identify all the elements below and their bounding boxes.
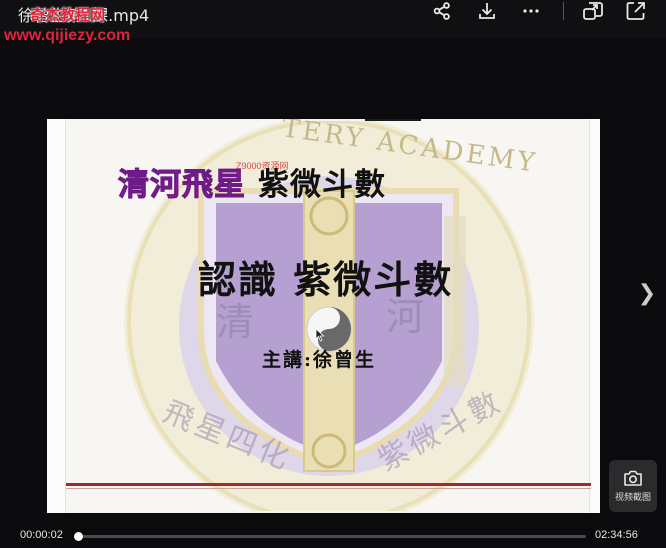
video-viewport[interactable]: TERY ACADEMY 清 河 飛星四化 紫微斗數 Z9000资源网 清河飛星…: [47, 119, 600, 513]
slide-lecturer: 主講:徐曾生: [262, 349, 377, 371]
camera-icon: [624, 470, 642, 486]
screenshot-label: 视频截图: [614, 493, 651, 503]
slide-main-title: 認識 紫微斗數: [198, 258, 454, 302]
watermark-site-name: 奇杰教程网: [30, 6, 106, 24]
playback-controls: 00:00:02 02:34:56: [0, 520, 666, 548]
slide-divider-thin: [66, 488, 591, 489]
picture-in-picture-icon[interactable]: [577, 0, 609, 22]
download-icon[interactable]: [471, 0, 503, 22]
next-video-button[interactable]: ❯: [636, 278, 658, 308]
slide-frame: TERY ACADEMY 清 河 飛星四化 紫微斗數 Z9000资源网 清河飛星…: [65, 119, 591, 511]
slide-title-school: 清河飛星: [118, 167, 246, 204]
more-icon[interactable]: [515, 0, 547, 22]
progress-thumb[interactable]: [74, 532, 83, 541]
watermark-url: www.qijiezy.com: [4, 27, 131, 44]
top-bar: 徐曾生第1課.mp4 奇杰教程网 www.qijiezy.com: [0, 0, 666, 44]
total-duration: 02:34:56: [595, 529, 638, 541]
share-icon[interactable]: [426, 0, 458, 22]
video-border-right: [590, 119, 600, 513]
toolbar-divider: [563, 2, 564, 20]
mouse-cursor-icon: [315, 328, 325, 342]
progress-bar[interactable]: [74, 532, 586, 541]
current-time: 00:00:02: [20, 529, 63, 541]
video-screenshot-button[interactable]: 视频截图: [609, 460, 657, 512]
chevron-right-icon: ❯: [637, 280, 657, 306]
video-border-left: [47, 119, 65, 513]
slide-divider: [66, 483, 591, 486]
slide-title-subject: 紫微斗數: [258, 167, 386, 203]
open-external-icon[interactable]: [620, 0, 652, 22]
